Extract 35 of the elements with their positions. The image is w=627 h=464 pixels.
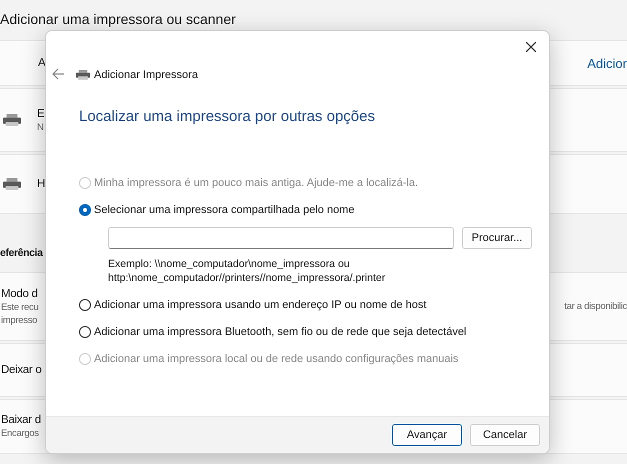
printer-icon — [3, 178, 21, 190]
card-description: impresso — [1, 314, 38, 326]
printer-icon — [3, 114, 21, 126]
card-title: Modo d — [1, 288, 38, 300]
card-title: Baixar d — [1, 414, 41, 426]
printer-icon — [76, 70, 90, 80]
back-arrow-icon — [52, 68, 65, 80]
card-title: H — [37, 178, 46, 190]
browse-button[interactable]: Procurar... — [462, 227, 532, 249]
add-link[interactable]: Adicior — [587, 56, 627, 70]
dialog-title: Adicionar Impressora — [94, 69, 198, 81]
card-title: E — [37, 108, 44, 120]
card-title: A — [38, 57, 46, 69]
radio-button[interactable] — [79, 326, 91, 338]
card-title: Deixar o — [1, 364, 42, 376]
option-label: Adicionar uma impressora usando um endereço IP ou nome de host — [94, 298, 426, 310]
next-button[interactable]: Avançar — [392, 424, 462, 446]
printer-name-field[interactable] — [108, 227, 454, 249]
dialog-heading: Localizar uma impressora por outras opções — [78, 107, 376, 125]
option-label: Adicionar uma impressora local ou de rede usando configurações manuais — [94, 352, 458, 364]
card-description: Este recu — [1, 302, 38, 312]
option-label: Minha impressora é um pouco mais antiga. Ajude-me a localizá-la. — [94, 176, 418, 188]
radio-button[interactable] — [79, 298, 91, 310]
back-button[interactable] — [52, 68, 66, 82]
radio-button[interactable] — [79, 204, 91, 216]
card-description: Encargos — [1, 428, 40, 439]
example-text: Exemplo: \\nome_computador\nome_impressora ou http:\nome_computador//printers//nome_impressora/.printer — [108, 257, 386, 285]
card-description: tar a disponibilic — [564, 301, 627, 312]
option-label: Selecionar uma impressora compartilhada pelo nome — [94, 204, 354, 216]
close-icon — [526, 42, 536, 52]
section-heading: eferência — [0, 246, 43, 261]
option-label: Adicionar uma impressora Bluetooth, sem fio ou de rede que seja detectável — [94, 326, 466, 338]
card-description: N — [37, 122, 44, 132]
cancel-button[interactable]: Cancelar — [470, 424, 540, 446]
page-title: Adicionar uma impressora ou scanner — [0, 10, 237, 29]
